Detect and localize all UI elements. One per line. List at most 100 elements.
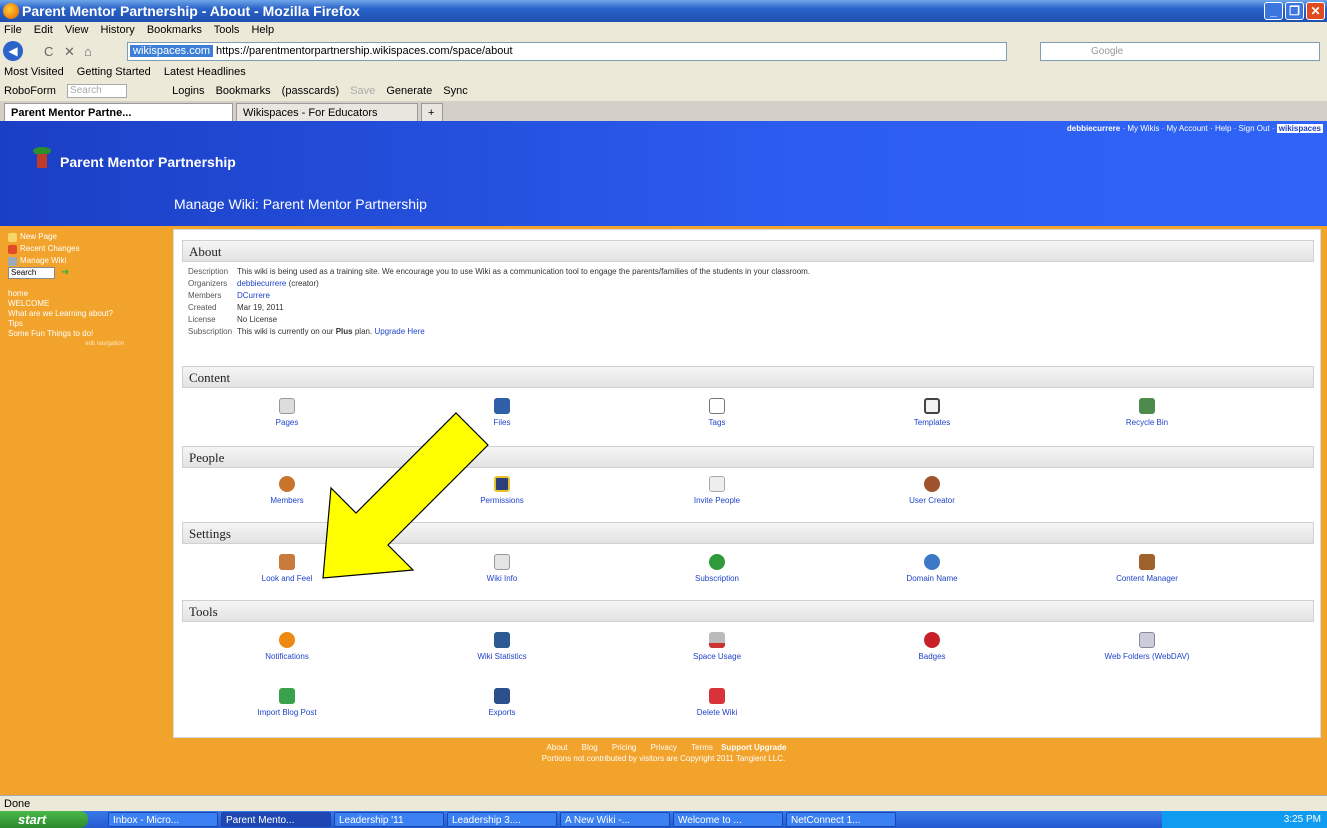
minimize-icon[interactable]: _ [1264, 2, 1283, 20]
section-heading-tools: Tools [182, 600, 1314, 622]
organizer-link[interactable]: debbiecurrere [237, 279, 286, 288]
tool-permissions[interactable]: Permissions [437, 476, 567, 505]
tool-import-blog-post[interactable]: Import Blog Post [222, 688, 352, 717]
roboform-logins[interactable]: Logins [172, 85, 204, 97]
close-icon[interactable]: ✕ [1306, 2, 1325, 20]
tool-domain-name[interactable]: Domain Name [867, 554, 997, 583]
my-wikis-link[interactable]: My Wikis [1127, 124, 1159, 133]
edit-navigation-link[interactable]: edit navigation [8, 341, 168, 347]
bookmark-latest-headlines[interactable]: Latest Headlines [164, 66, 246, 78]
tool-templates[interactable]: Templates [867, 398, 997, 427]
menu-bookmarks[interactable]: Bookmarks [147, 24, 202, 36]
tool-space-usage[interactable]: Space Usage [652, 632, 782, 661]
roboform-passcards[interactable]: (passcards) [282, 85, 339, 97]
menu-file[interactable]: File [4, 24, 22, 36]
subscription-text: This wiki is currently on our [237, 327, 334, 336]
footer-link-pricing[interactable]: Pricing [612, 743, 636, 752]
tool-pages[interactable]: Pages [222, 398, 352, 427]
tool-web-folders[interactable]: Web Folders (WebDAV) [1082, 632, 1212, 661]
site-header: Parent Mentor Partnership Manage Wiki: P… [0, 121, 1327, 226]
tool-subscription[interactable]: Subscription [652, 554, 782, 583]
wikispaces-badge[interactable]: wikispaces [1276, 124, 1323, 133]
search-go-icon[interactable]: ➜ [61, 267, 69, 279]
sign-out-link[interactable]: Sign Out [1239, 124, 1270, 133]
tool-wiki-statistics[interactable]: Wiki Statistics [437, 632, 567, 661]
badge-icon [924, 632, 940, 648]
menu-view[interactable]: View [65, 24, 89, 36]
sidebar-recent-changes[interactable]: Recent Changes [8, 243, 168, 255]
roboform-bookmarks[interactable]: Bookmarks [216, 85, 271, 97]
tool-tags[interactable]: Tags [652, 398, 782, 427]
tool-look-and-feel[interactable]: Look and Feel [222, 554, 352, 583]
footer-link-support[interactable]: Support [721, 743, 752, 752]
tool-files[interactable]: Files [437, 398, 567, 427]
member-link[interactable]: DCurrere [237, 290, 270, 302]
taskbar-new-wiki[interactable]: A New Wiki -... [560, 812, 670, 827]
site-name[interactable]: Parent Mentor Partnership [60, 154, 236, 170]
tool-recycle-bin[interactable]: Recycle Bin [1082, 398, 1212, 427]
menu-edit[interactable]: Edit [34, 24, 53, 36]
tool-delete-wiki[interactable]: Delete Wiki [652, 688, 782, 717]
tool-label: Web Folders (WebDAV) [1104, 652, 1190, 661]
username-link[interactable]: debbiecurrere [1067, 124, 1120, 133]
menu-help[interactable]: Help [251, 24, 274, 36]
nav-link-welcome[interactable]: WELCOME [8, 299, 168, 309]
nav-link-learning[interactable]: What are we Learning about? [8, 309, 168, 319]
upgrade-link[interactable]: Upgrade Here [374, 327, 424, 336]
roboform-button[interactable]: RoboForm [4, 85, 56, 97]
new-tab-button[interactable]: + [421, 103, 443, 121]
taskbar-netconnect[interactable]: NetConnect 1... [786, 812, 896, 827]
taskbar-welcome[interactable]: Welcome to ... [673, 812, 783, 827]
menu-history[interactable]: History [101, 24, 135, 36]
tab-parent-mentor[interactable]: Parent Mentor Partne... [4, 103, 233, 121]
web-page: Parent Mentor Partnership Manage Wiki: P… [0, 121, 1327, 795]
footer-link-privacy[interactable]: Privacy [651, 743, 677, 752]
clock[interactable]: 3:25 PM [1284, 814, 1321, 825]
roboform-generate[interactable]: Generate [386, 85, 432, 97]
sidebar-new-page[interactable]: New Page [8, 231, 168, 243]
tool-badges[interactable]: Badges [867, 632, 997, 661]
back-icon[interactable]: ◀ [3, 41, 23, 61]
tool-content-manager[interactable]: Content Manager [1082, 554, 1212, 583]
bookmark-getting-started[interactable]: Getting Started [77, 66, 151, 78]
home-icon[interactable]: ⌂ [84, 44, 92, 59]
roboform-sync[interactable]: Sync [443, 85, 467, 97]
menu-tools[interactable]: Tools [214, 24, 240, 36]
tool-user-creator[interactable]: User Creator [867, 476, 997, 505]
start-button[interactable]: start [0, 811, 88, 828]
tool-invite-people[interactable]: Invite People [652, 476, 782, 505]
footer-link-about[interactable]: About [547, 743, 568, 752]
roboform-save[interactable]: Save [350, 85, 375, 97]
system-tray: 3:25 PM [1162, 811, 1327, 828]
my-account-link[interactable]: My Account [1166, 124, 1207, 133]
roboform-search-input[interactable]: Search [67, 84, 128, 99]
tool-members[interactable]: Members [222, 476, 352, 505]
search-bar[interactable]: Google [1040, 42, 1320, 61]
footer-link-blog[interactable]: Blog [582, 743, 598, 752]
help-link[interactable]: Help [1215, 124, 1231, 133]
nav-link-tips[interactable]: Tips [8, 319, 168, 329]
tab-wikispaces-educators[interactable]: Wikispaces - For Educators [236, 103, 418, 121]
taskbar-leadership-3[interactable]: Leadership 3.... [447, 812, 557, 827]
reload-icon[interactable]: C [44, 44, 53, 59]
taskbar-leadership-11[interactable]: Leadership '11 [334, 812, 444, 827]
sidebar-search-input[interactable]: Search [8, 267, 55, 279]
taskbar-parent-mentor[interactable]: Parent Mento... [221, 812, 331, 827]
bookmark-most-visited[interactable]: Most Visited [4, 66, 64, 78]
sidebar-manage-wiki[interactable]: Manage Wiki [8, 255, 168, 267]
address-bar[interactable]: wikispaces.com https://parentmentorpartne… [127, 42, 1007, 61]
web-folders-icon [1139, 632, 1155, 648]
tools-row-2: Import Blog Post Exports Delete Wiki [182, 688, 1314, 728]
stop-icon[interactable]: ✕ [64, 44, 75, 60]
restore-icon[interactable]: ❐ [1285, 2, 1304, 20]
nav-link-fun-things[interactable]: Some Fun Things to do! [8, 329, 168, 339]
footer-link-upgrade[interactable]: Upgrade [754, 743, 786, 752]
tool-exports[interactable]: Exports [437, 688, 567, 717]
tool-wiki-info[interactable]: Wiki Info [437, 554, 567, 583]
nav-link-home[interactable]: home [8, 289, 168, 299]
footer-link-terms[interactable]: Terms [691, 743, 713, 752]
section-heading-about: About [182, 240, 1314, 262]
taskbar-inbox[interactable]: Inbox - Micro... [108, 812, 218, 827]
site-identity-badge[interactable]: wikispaces.com [130, 45, 214, 57]
tool-notifications[interactable]: Notifications [222, 632, 352, 661]
